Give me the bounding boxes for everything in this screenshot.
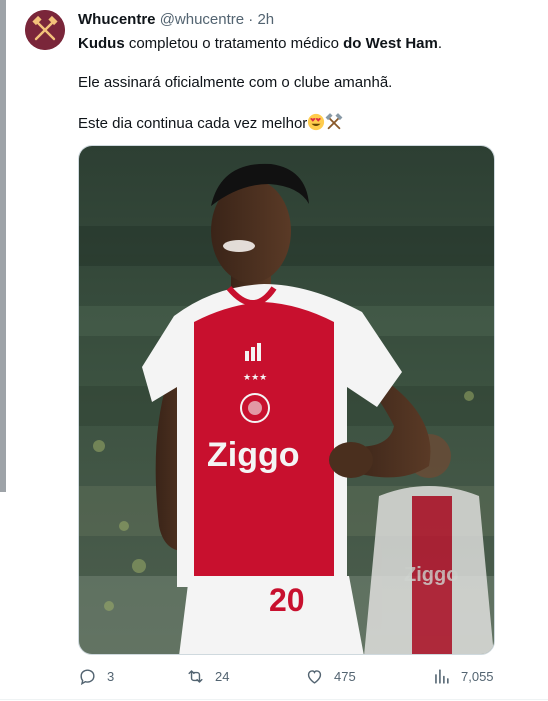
reply-button[interactable]: 3 <box>78 667 114 686</box>
text-line-3: Este dia continua cada vez melhor <box>78 115 308 132</box>
divider <box>0 699 548 700</box>
separator-dot: · <box>248 11 254 28</box>
text-period: . <box>437 35 443 52</box>
tweet-photo[interactable]: Ziggo ★★★ Ziggo 20 <box>78 145 495 655</box>
reply-icon <box>80 669 95 686</box>
text-kudus: Kudus <box>78 35 125 52</box>
tweet[interactable]: Whucentre @whucentre · 2h Kudus completo… <box>0 0 548 701</box>
reply-count: 3 <box>107 669 115 684</box>
heart-eyes-emoji-icon <box>308 113 325 131</box>
like-button[interactable]: 475 <box>305 667 356 686</box>
crossed-hammers-icon <box>25 10 65 50</box>
hammers-emoji-icon <box>325 113 343 130</box>
svg-text:Ziggo: Ziggo <box>404 564 458 586</box>
text-middle: completou o tratamento médico <box>124 35 344 52</box>
repost-button[interactable]: 24 <box>186 667 229 686</box>
views-icon <box>435 669 449 684</box>
timestamp[interactable]: 2h <box>257 11 274 28</box>
jersey-sponsor-text: Ziggo <box>207 436 300 474</box>
author-handle[interactable]: @whucentre <box>160 11 244 28</box>
svg-text:★★★: ★★★ <box>243 372 267 382</box>
tweet-header: Whucentre @whucentre · 2h <box>78 10 274 30</box>
author-name[interactable]: Whucentre <box>78 11 156 28</box>
jersey-number-text: 20 <box>269 582 305 618</box>
views-count: 7,055 <box>461 669 494 684</box>
like-count: 475 <box>334 669 356 684</box>
repost-icon <box>188 670 203 683</box>
football-player-photo: Ziggo ★★★ Ziggo 20 <box>79 146 494 654</box>
views-button[interactable]: 7,055 <box>432 667 494 686</box>
like-icon <box>307 670 322 684</box>
repost-count: 24 <box>215 669 230 684</box>
tweet-text-line-1: Kudus completou o tratamento médico do W… <box>78 34 442 54</box>
tweet-text-line-2: Ele assinará oficialmente com o clube am… <box>78 74 393 91</box>
text-west-ham: do West Ham <box>343 35 438 52</box>
tweet-actions: 3 24 475 7,055 <box>78 667 498 689</box>
avatar[interactable] <box>25 10 65 50</box>
tweet-text-line-3: Este dia continua cada vez melhor <box>78 113 343 134</box>
